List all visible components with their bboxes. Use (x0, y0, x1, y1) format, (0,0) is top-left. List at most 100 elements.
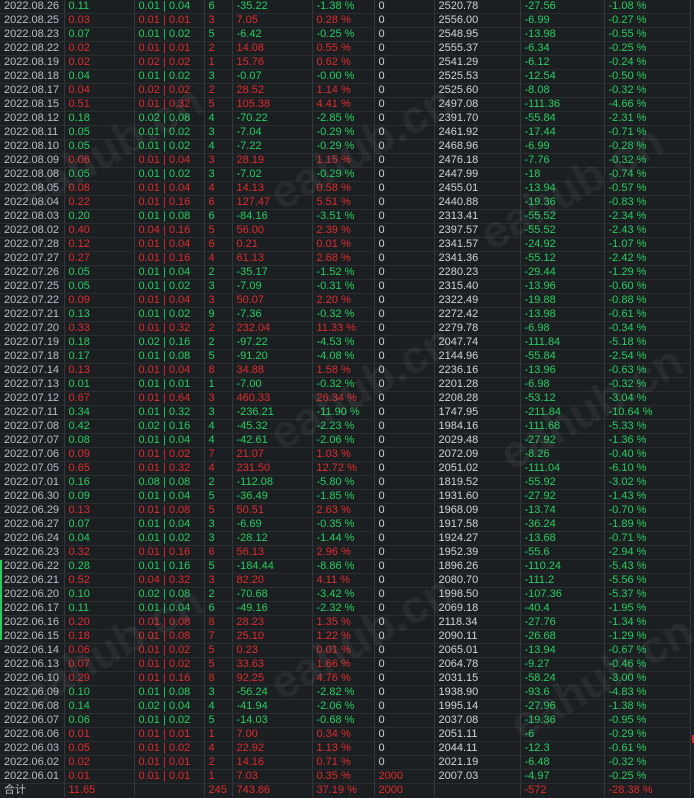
cell-v1: 0.04 (64, 531, 135, 546)
cell-v8: -6 (520, 727, 605, 742)
cell-v3: 3 (204, 517, 233, 532)
cell-v4: -7.04 (232, 125, 313, 140)
table-row[interactable]: 2022.06.07 0.06 0.01 | 0.02 5 -14.03 -0.68 % 0… (0, 713, 691, 728)
table-row[interactable]: 2022.07.18 0.17 0.01 | 0.08 5 -91.20 -4.08 % 0… (0, 349, 691, 364)
table-row[interactable]: 2022.07.11 0.34 0.01 | 0.32 3 -236.21 -11.90 … (0, 405, 691, 420)
table-row[interactable]: 2022.06.27 0.07 0.01 | 0.04 3 -6.69 -0.35 % 0 1… (0, 517, 691, 532)
table-row[interactable]: 2022.07.06 0.09 0.01 | 0.02 7 21.07 1.03 % 0 20… (0, 447, 691, 462)
cell-v7: 2548.95 (434, 27, 521, 42)
cell-v5: 0.55 % (312, 41, 375, 56)
cell-v7: 1952.39 (434, 545, 521, 560)
total-cell-v2 (134, 783, 205, 797)
table-row[interactable]: 2022.08.17 0.04 0.02 | 0.02 2 28.52 1.14 % 0 25… (0, 83, 691, 98)
cell-v5: 1.14 % (312, 83, 375, 98)
cell-v6: 0 (374, 741, 435, 756)
table-row[interactable]: 2022.08.10 0.05 0.01 | 0.02 4 -7.22 -0.29 % 0 2… (0, 139, 691, 154)
table-row[interactable]: 2022.08.11 0.05 0.01 | 0.02 3 -7.04 -0.29 % 0 2… (0, 125, 691, 140)
table-row[interactable]: 2022.08.18 0.04 0.01 | 0.02 3 -0.07 -0.00 % 0 2… (0, 69, 691, 84)
table-row[interactable]: 2022.08.15 0.51 0.01 | 0.32 5 105.38 4.41 % 0 2… (0, 97, 691, 112)
table-row[interactable]: 2022.07.14 0.13 0.01 | 0.04 8 34.88 1.58 % 0 22… (0, 363, 691, 378)
cell-v7: 2144.96 (434, 349, 521, 364)
cell-v8: -55.52 (520, 209, 605, 224)
table-row[interactable]: 2022.06.14 0.06 0.01 | 0.02 5 0.23 0.01 % 0 206… (0, 643, 691, 658)
cell-v5: 2.63 % (312, 503, 375, 518)
table-row[interactable]: 2022.08.03 0.20 0.01 | 0.08 6 -84.16 -3.51 % 0… (0, 209, 691, 224)
table-row[interactable]: 2022.07.27 0.27 0.01 | 0.16 4 61.13 2.68 % 0 23… (0, 251, 691, 266)
total-cell-date: 合计 (0, 783, 65, 797)
table-row[interactable]: 2022.07.21 0.13 0.01 | 0.02 9 -7.36 -0.32 % 0 2… (0, 307, 691, 322)
cell-date: 2022.07.26 (0, 265, 65, 280)
table-row[interactable]: 2022.07.12 0.67 0.01 | 0.64 3 460.33 26.34 % 0… (0, 391, 691, 406)
cell-v6: 0 (374, 69, 435, 84)
table-row[interactable]: 2022.06.09 0.10 0.01 | 0.08 3 -56.24 -2.82 % 0… (0, 685, 691, 700)
cell-v2: 0.01 | 0.04 (134, 433, 205, 448)
table-row[interactable]: 2022.06.16 0.20 0.01 | 0.08 8 28.23 1.35 % 0 21… (0, 615, 691, 630)
table-row[interactable]: 2022.06.21 0.52 0.04 | 0.32 3 82.20 4.11 % 0 20… (0, 573, 691, 588)
cell-v7: 2051.02 (434, 461, 521, 476)
table-row[interactable]: 2022.07.25 0.05 0.01 | 0.02 3 -7.09 -0.31 % 0 2… (0, 279, 691, 294)
table-row[interactable]: 2022.08.05 0.08 0.01 | 0.04 4 14.13 0.58 % 0 24… (0, 181, 691, 196)
table-row[interactable]: 2022.07.22 0.09 0.01 | 0.04 3 50.07 2.20 % 0 23… (0, 293, 691, 308)
table-row[interactable]: 2022.06.08 0.14 0.02 | 0.04 4 -41.94 -2.06 % 0… (0, 699, 691, 714)
cell-v2: 0.01 | 0.04 (134, 265, 205, 280)
table-row[interactable]: 2022.06.17 0.11 0.01 | 0.04 6 -49.16 -2.32 % 0… (0, 601, 691, 616)
cell-v5: -0.35 % (312, 517, 375, 532)
table-row[interactable]: 2022.06.10 0.29 0.01 | 0.16 8 92.25 4.76 % 0 20… (0, 671, 691, 686)
table-row[interactable]: 2022.06.03 0.05 0.01 | 0.02 4 22.92 1.13 % 0 20… (0, 741, 691, 756)
table-row[interactable]: 2022.07.01 0.16 0.08 | 0.08 2 -112.08 -5.80 %… (0, 475, 691, 490)
cell-v6: 0 (374, 405, 435, 420)
table-row[interactable]: 2022.06.13 0.07 0.01 | 0.02 5 33.63 1.66 % 0 20… (0, 657, 691, 672)
cell-v1: 0.13 (64, 503, 135, 518)
table-row[interactable]: 2022.08.22 0.02 0.01 | 0.01 2 14.08 0.55 % 0 25… (0, 41, 691, 56)
table-row[interactable]: 2022.08.02 0.40 0.04 | 0.16 5 56.00 2.39 % 0 23… (0, 223, 691, 238)
cell-v9: -1.08 % (604, 0, 691, 14)
table-row[interactable]: 2022.06.22 0.28 0.01 | 0.16 5 -184.44 -8.86 %… (0, 559, 691, 574)
table-row[interactable]: 2022.08.25 0.03 0.01 | 0.01 3 7.05 0.28 % 0 255… (0, 13, 691, 28)
table-row[interactable]: 2022.08.19 0.02 0.02 | 0.02 1 15.76 0.62 % 0 25… (0, 55, 691, 70)
table-row[interactable]: 2022.08.09 0.06 0.01 | 0.04 3 28.19 1.15 % 0 24… (0, 153, 691, 168)
cell-v3: 3 (204, 13, 233, 28)
table-row[interactable]: 2022.08.08 0.05 0.01 | 0.02 3 -7.02 -0.29 % 0 2… (0, 167, 691, 182)
table-row[interactable]: 2022.06.23 0.32 0.01 | 0.16 6 56.13 2.96 % 0 19… (0, 545, 691, 560)
cell-date: 2022.06.30 (0, 489, 65, 504)
cell-v7: 1938.90 (434, 685, 521, 700)
table-row[interactable]: 2022.07.13 0.01 0.01 | 0.01 1 -7.00 -0.32 % 0 2… (0, 377, 691, 392)
table-row[interactable]: 2022.08.26 0.11 0.01 | 0.04 6 -35.22 -1.38 % 0… (0, 0, 691, 14)
table-row[interactable]: 2022.07.08 0.42 0.02 | 0.16 4 -45.32 -2.23 % 0… (0, 419, 691, 434)
table-row[interactable]: 2022.06.01 0.01 0.01 | 0.01 1 7.03 0.35 % 2000… (0, 769, 691, 784)
cell-v9: -5.56 % (604, 573, 691, 588)
table-row[interactable]: 2022.08.23 0.07 0.01 | 0.02 5 -6.42 -0.25 % 0 2… (0, 27, 691, 42)
table-row[interactable]: 2022.06.30 0.09 0.01 | 0.04 5 -36.49 -1.85 % 0… (0, 489, 691, 504)
cell-date: 2022.08.05 (0, 181, 65, 196)
cell-v8: -19.36 (520, 713, 605, 728)
cell-v3: 5 (204, 559, 233, 574)
cell-v4: 460.33 (232, 391, 313, 406)
cell-date: 2022.07.08 (0, 419, 65, 434)
table-row[interactable]: 2022.07.28 0.12 0.01 | 0.04 6 0.21 0.01 % 0 234… (0, 237, 691, 252)
table-row[interactable]: 2022.07.26 0.05 0.01 | 0.04 2 -35.17 -1.52 % 0… (0, 265, 691, 280)
cell-v9: -5.18 % (604, 335, 691, 350)
table-row[interactable]: 2022.06.29 0.13 0.01 | 0.08 5 50.51 2.63 % 0 19… (0, 503, 691, 518)
cell-v8: -6.99 (520, 13, 605, 28)
table-row[interactable]: 2022.07.19 0.18 0.02 | 0.16 2 -97.22 -4.53 % 0… (0, 335, 691, 350)
cell-v6: 0 (374, 97, 435, 112)
table-row[interactable]: 2022.06.06 0.01 0.01 | 0.01 1 7.00 0.34 % 0 205… (0, 727, 691, 742)
cell-v7: 2440.88 (434, 195, 521, 210)
cell-v2: 0.02 | 0.02 (134, 55, 205, 70)
table-row[interactable]: 2022.07.20 0.33 0.01 | 0.32 2 232.04 11.33 % 0… (0, 321, 691, 336)
cell-v8: -8.08 (520, 83, 605, 98)
cell-date: 2022.07.20 (0, 321, 65, 336)
table-row[interactable]: 2022.07.07 0.08 0.01 | 0.04 4 -42.61 -2.06 % 0… (0, 433, 691, 448)
cell-v7: 2555.37 (434, 41, 521, 56)
table-row[interactable]: 2022.06.20 0.10 0.02 | 0.08 2 -70.68 -3.42 % 0… (0, 587, 691, 602)
table-row[interactable]: 2022.06.24 0.04 0.01 | 0.02 3 -28.12 -1.44 % 0… (0, 531, 691, 546)
cell-v2: 0.01 | 0.04 (134, 601, 205, 616)
table-row[interactable]: 2022.06.02 0.02 0.01 | 0.01 2 14.16 0.71 % 0 20… (0, 755, 691, 770)
table-row[interactable]: 2022.08.04 0.22 0.01 | 0.16 6 127.47 5.51 % 0 2… (0, 195, 691, 210)
cell-date: 2022.06.10 (0, 671, 65, 686)
table-row[interactable]: 2022.07.05 0.65 0.01 | 0.32 4 231.50 12.72 % 0… (0, 461, 691, 476)
cell-v9: -0.71 % (604, 531, 691, 546)
table-row[interactable]: 2022.08.12 0.18 0.02 | 0.08 4 -70.22 -2.85 % 0… (0, 111, 691, 126)
cell-v4: 14.16 (232, 755, 313, 770)
table-row[interactable]: 2022.06.15 0.18 0.01 | 0.08 7 25.10 1.22 % 0 20… (0, 629, 691, 644)
